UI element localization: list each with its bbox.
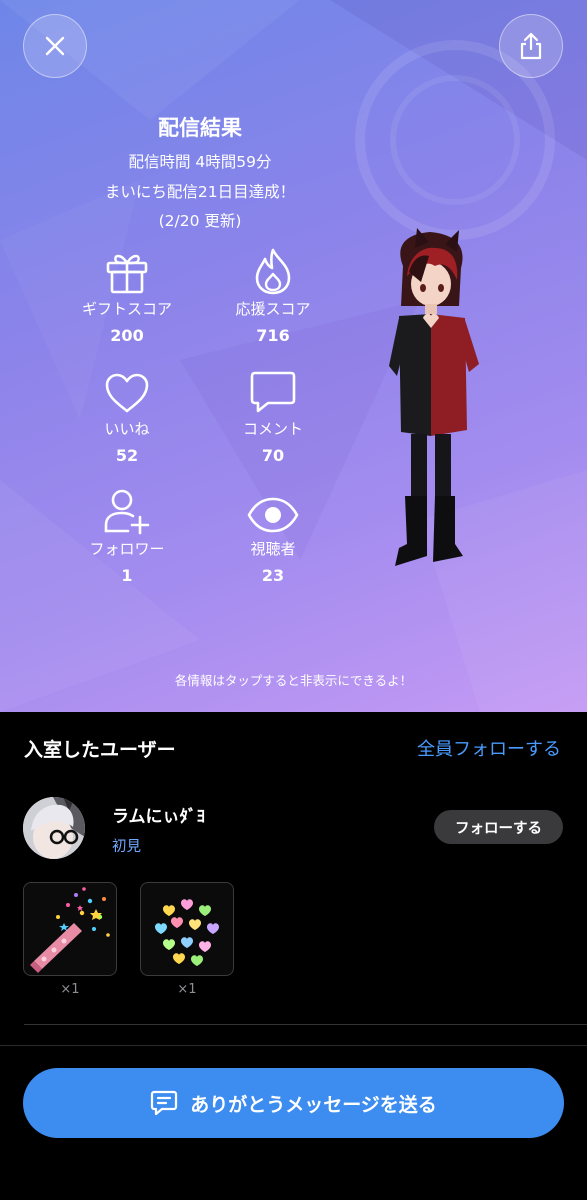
gift-icon (106, 254, 148, 294)
stat-value: 23 (261, 566, 285, 585)
stat-gift-score[interactable]: ギフトスコア 200 (62, 243, 192, 345)
gift-count: ×1 (177, 982, 197, 997)
stream-duration: 配信時間 4時間59分 (128, 153, 272, 171)
stat-label: フォロワー (89, 540, 165, 558)
stat-followers[interactable]: フォロワー 1 (62, 483, 192, 585)
streamer-avatar-character (389, 228, 479, 566)
stat-label: 応援スコア (235, 300, 311, 318)
stat-value: 716 (256, 326, 290, 345)
result-hero: 配信結果 配信時間 4時間59分 まいにち配信21日目達成！ (2/20 更新)… (0, 0, 587, 712)
close-button[interactable] (23, 14, 87, 78)
eye-icon (247, 497, 299, 533)
stat-value: 1 (121, 566, 133, 585)
heart-icon (105, 373, 149, 413)
stat-likes[interactable]: いいね 52 (62, 363, 192, 465)
send-thanks-message-button[interactable]: ありがとうメッセージを送る (23, 1068, 564, 1138)
stat-support-score[interactable]: 応援スコア 716 (208, 243, 338, 345)
stat-label: コメント (242, 420, 303, 438)
stat-value: 52 (115, 446, 139, 465)
cta-label: ありがとうメッセージを送る (190, 1093, 437, 1116)
entered-users-title: 入室したユーザー (24, 739, 176, 761)
first-visit-badge: 初見 (112, 839, 141, 855)
share-icon (520, 32, 542, 60)
close-icon (45, 36, 65, 56)
result-title: 配信結果 (158, 116, 242, 140)
follower-icon (104, 489, 150, 535)
share-button[interactable] (499, 14, 563, 78)
hint-text: 各情報はタップすると非表示にできるよ！ (174, 673, 413, 688)
gift-item (23, 882, 117, 976)
user-name: ラムにぃﾀﾞﾖ (112, 807, 205, 827)
party-popper-icon (30, 887, 110, 973)
stat-label: いいね (104, 420, 150, 438)
stat-value: 200 (110, 326, 144, 345)
avatar[interactable] (23, 797, 85, 859)
stat-comments[interactable]: コメント 70 (208, 363, 338, 465)
daily-streak: まいにち配信21日目達成！ (104, 183, 296, 201)
flame-icon (255, 248, 291, 295)
divider (0, 1045, 587, 1046)
stat-label: ギフトスコア (81, 300, 172, 318)
divider (24, 1024, 587, 1025)
comment-icon (250, 371, 296, 413)
message-icon (151, 1090, 178, 1116)
updated-date: (2/20 更新) (158, 212, 242, 230)
stat-viewers[interactable]: 視聴者 23 (208, 483, 338, 585)
follow-all-link[interactable]: 全員フォローする (417, 735, 561, 761)
hearts-icon (155, 899, 219, 966)
stat-label: 視聴者 (250, 540, 296, 558)
stat-value: 70 (261, 446, 285, 465)
user-avatar-image (23, 797, 85, 859)
gift-count: ×1 (60, 982, 80, 997)
follow-button[interactable]: フォローする (434, 810, 563, 844)
gift-item (140, 882, 234, 976)
